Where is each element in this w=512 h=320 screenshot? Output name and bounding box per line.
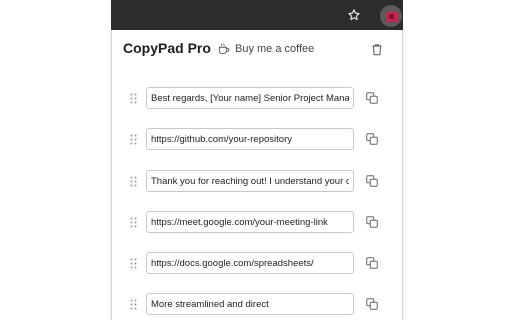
clip-text-field[interactable] (146, 170, 354, 192)
clip-text-field[interactable] (146, 252, 354, 274)
clip-text-field[interactable] (146, 211, 354, 233)
clip-row (112, 252, 402, 274)
clip-text-field[interactable] (146, 87, 354, 109)
drag-handle-icon[interactable] (129, 256, 138, 270)
clip-text-field[interactable] (146, 128, 354, 150)
drag-handle-icon[interactable] (129, 132, 138, 146)
copypad-popup: CopyPad Pro Buy me a coffee (111, 30, 403, 320)
copy-icon (366, 298, 378, 310)
copy-button[interactable] (363, 254, 381, 272)
drag-handle-icon[interactable] (129, 297, 138, 311)
copy-button[interactable] (363, 213, 381, 231)
screenshot-stage: CopyPad Pro Buy me a coffee (0, 0, 512, 320)
copy-button[interactable] (363, 295, 381, 313)
copy-icon (366, 92, 378, 104)
copy-button[interactable] (363, 89, 381, 107)
copy-icon (366, 175, 378, 187)
copy-icon (366, 216, 378, 228)
copypad-extension-icon (385, 10, 397, 22)
copypad-extension-button[interactable] (380, 5, 402, 27)
clip-text-field[interactable] (146, 293, 354, 315)
clip-list (112, 30, 402, 320)
copy-icon (366, 257, 378, 269)
clip-row (112, 293, 402, 315)
clip-row (112, 211, 402, 233)
copy-button[interactable] (363, 130, 381, 148)
drag-handle-icon[interactable] (129, 215, 138, 229)
copy-icon (366, 133, 378, 145)
bookmark-star-button[interactable] (345, 6, 363, 24)
star-icon (348, 9, 360, 21)
clip-row (112, 170, 402, 192)
drag-handle-icon[interactable] (129, 174, 138, 188)
drag-handle-icon[interactable] (129, 91, 138, 105)
clip-row (112, 128, 402, 150)
copy-button[interactable] (363, 172, 381, 190)
clip-row (112, 87, 402, 109)
